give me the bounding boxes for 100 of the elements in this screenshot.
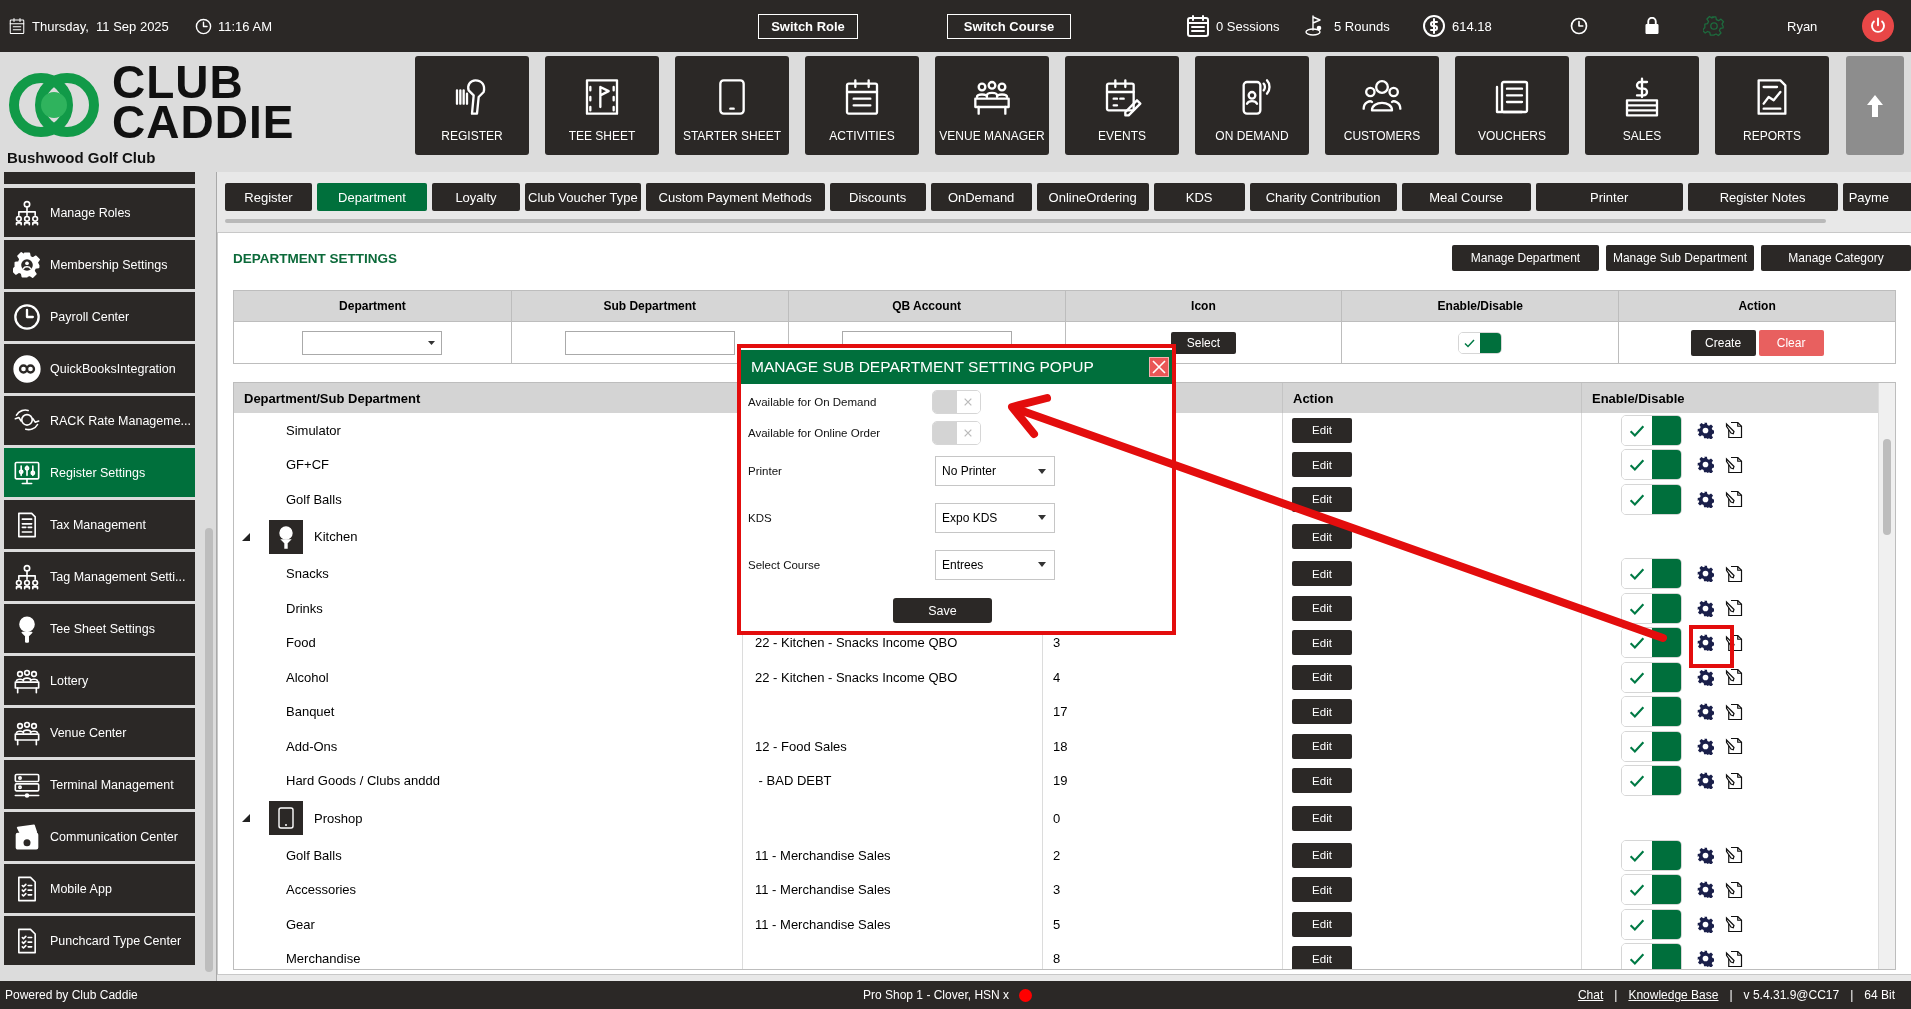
document-edit-icon[interactable] <box>1725 771 1743 790</box>
tab[interactable]: Payme <box>1842 183 1911 211</box>
nav-button[interactable]: TEE SHEET <box>545 56 659 155</box>
document-edit-icon[interactable] <box>1725 737 1743 756</box>
nav-button[interactable]: REGISTER <box>415 56 529 155</box>
nav-button[interactable]: ACTIVITIES <box>805 56 919 155</box>
sidebar-item[interactable]: Communication Center <box>4 812 195 861</box>
settings-icon[interactable] <box>1697 490 1714 508</box>
sidebar-item[interactable]: Register Settings <box>4 448 195 497</box>
document-edit-icon[interactable] <box>1725 633 1743 652</box>
sub-department-field[interactable] <box>564 330 735 355</box>
edit-button[interactable]: Edit <box>1292 877 1352 903</box>
settings-icon[interactable] <box>1697 599 1714 617</box>
document-edit-icon[interactable] <box>1725 455 1743 474</box>
tab[interactable]: Department <box>317 183 427 211</box>
collapse-arrow-icon[interactable] <box>242 814 250 822</box>
edit-button[interactable]: Edit <box>1292 733 1352 759</box>
nav-button[interactable]: CUSTOMERS <box>1325 56 1439 155</box>
edit-button[interactable]: Edit <box>1292 805 1352 831</box>
enable-toggle[interactable] <box>1621 558 1682 590</box>
settings-icon[interactable] <box>1697 915 1714 933</box>
settings-icon[interactable] <box>1697 881 1714 899</box>
tab[interactable]: Loyalty <box>432 183 520 211</box>
settings-icon[interactable] <box>1697 950 1714 968</box>
select-button[interactable]: Select <box>1170 331 1236 354</box>
vertical-scrollbar[interactable] <box>1883 439 1891 535</box>
edit-button[interactable]: Edit <box>1292 486 1352 512</box>
tab[interactable]: Register <box>225 183 312 211</box>
vertical-scrollbar[interactable] <box>205 528 213 972</box>
power-button[interactable] <box>1862 10 1894 42</box>
tab[interactable]: OnDemand <box>930 183 1032 211</box>
dropdown[interactable]: Entrees <box>935 549 1055 580</box>
tab[interactable]: KDS <box>1153 183 1245 211</box>
sidebar-item[interactable]: Payroll Center <box>4 292 195 341</box>
tab[interactable]: OnlineOrdering <box>1036 183 1149 211</box>
tab[interactable]: Discounts <box>829 183 926 211</box>
document-edit-icon[interactable] <box>1725 915 1743 934</box>
sidebar-item[interactable]: Tee Sheet Settings <box>4 604 195 653</box>
enable-toggle[interactable] <box>1458 331 1503 354</box>
sidebar-item[interactable]: RACK Rate Manageme... <box>4 396 195 445</box>
close-button[interactable] <box>1149 357 1169 377</box>
document-edit-icon[interactable] <box>1725 949 1743 968</box>
create-button[interactable]: Create <box>1690 329 1756 356</box>
settings-icon[interactable] <box>1697 634 1714 652</box>
switch-role-button[interactable]: Switch Role <box>758 13 858 39</box>
tab[interactable]: Charity Contribution <box>1249 183 1397 211</box>
edit-button[interactable]: Edit <box>1292 946 1352 969</box>
settings-icon[interactable] <box>1697 703 1714 721</box>
manage-button[interactable]: Manage Sub Department <box>1606 245 1754 271</box>
edit-button[interactable]: Edit <box>1292 699 1352 725</box>
footer-link[interactable]: Chat <box>1577 988 1604 1002</box>
nav-button[interactable]: VENUE MANAGER <box>935 56 1049 155</box>
document-edit-icon[interactable] <box>1725 490 1743 509</box>
nav-button[interactable]: SALES <box>1585 56 1699 155</box>
enable-toggle[interactable] <box>1621 765 1682 797</box>
edit-button[interactable]: Edit <box>1292 768 1352 794</box>
nav-button[interactable]: VOUCHERS <box>1455 56 1569 155</box>
availability-toggle[interactable] <box>932 389 981 414</box>
tab[interactable]: Custom Payment Methods <box>645 183 825 211</box>
sidebar-item[interactable]: Tag Management Setti... <box>4 552 195 601</box>
settings-icon[interactable] <box>1697 565 1714 583</box>
tab[interactable]: Club Voucher Type <box>525 183 641 211</box>
nav-button[interactable]: EVENTS <box>1065 56 1179 155</box>
footer-link[interactable]: Knowledge Base <box>1628 988 1719 1002</box>
nav-button[interactable]: ON DEMAND <box>1195 56 1309 155</box>
dropdown[interactable]: No Printer <box>935 456 1055 486</box>
settings-icon[interactable] <box>1697 846 1714 864</box>
document-edit-icon[interactable] <box>1725 668 1743 687</box>
settings-icon[interactable] <box>1697 421 1714 439</box>
scroll-up-button[interactable] <box>1846 56 1904 155</box>
edit-button[interactable]: Edit <box>1292 911 1352 937</box>
sidebar-item[interactable]: Tax Management <box>4 500 195 549</box>
edit-button[interactable]: Edit <box>1292 417 1352 443</box>
sidebar-item[interactable]: Manage Roles <box>4 188 195 237</box>
settings-icon[interactable] <box>1697 668 1714 686</box>
dropdown[interactable]: Expo KDS <box>935 502 1055 533</box>
availability-toggle[interactable] <box>932 420 981 445</box>
edit-button[interactable]: Edit <box>1292 561 1352 587</box>
edit-button[interactable]: Edit <box>1292 595 1352 621</box>
switch-course-button[interactable]: Switch Course <box>947 13 1071 39</box>
enable-toggle[interactable] <box>1621 449 1682 481</box>
collapse-arrow-icon[interactable] <box>242 532 250 541</box>
nav-button[interactable]: STARTER SHEET <box>675 56 789 155</box>
sidebar-item[interactable]: Punchcard Type Center <box>4 916 195 965</box>
enable-toggle[interactable] <box>1621 943 1682 969</box>
sidebar-item[interactable]: Membership Settings <box>4 240 195 289</box>
sidebar-item[interactable]: QuickBooksIntegration <box>4 344 195 393</box>
tab[interactable]: Register Notes <box>1687 183 1838 211</box>
horizontal-scrollbar[interactable] <box>225 219 1826 223</box>
document-edit-icon[interactable] <box>1725 564 1743 583</box>
sidebar-item[interactable]: Lottery <box>4 656 195 705</box>
enable-toggle[interactable] <box>1621 483 1682 515</box>
manage-button[interactable]: Manage Category <box>1761 245 1911 271</box>
save-button[interactable]: Save <box>893 598 992 623</box>
manage-button[interactable]: Manage Department <box>1452 245 1599 271</box>
edit-button[interactable]: Edit <box>1292 524 1352 549</box>
sidebar-item[interactable]: Venue Center <box>4 708 195 757</box>
enable-toggle[interactable] <box>1621 414 1682 446</box>
edit-button[interactable]: Edit <box>1292 452 1352 478</box>
enable-toggle[interactable] <box>1621 661 1682 693</box>
